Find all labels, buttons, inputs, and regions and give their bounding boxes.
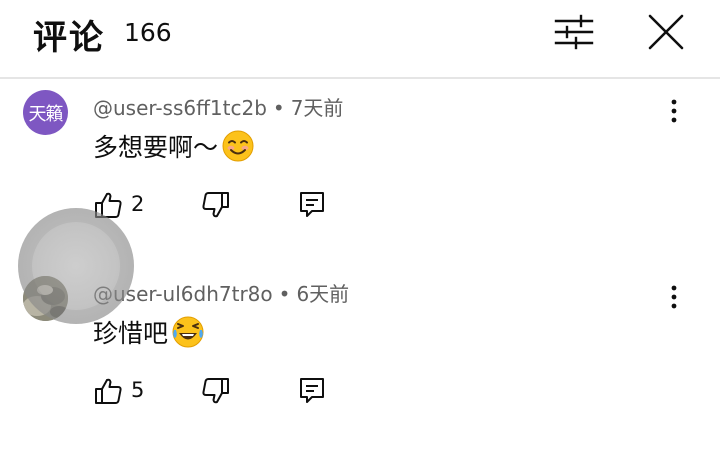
comment-actions: 2 [93, 190, 393, 224]
tears-of-joy-face-icon [172, 316, 204, 348]
thumbs-up-icon[interactable] [93, 376, 123, 406]
panel-title: 评论 [33, 18, 105, 58]
avatar-initials: 天籟 [28, 103, 64, 125]
comment-author[interactable]: @user-ss6ff1tc2b [93, 96, 267, 120]
thumbs-down-icon[interactable] [201, 376, 231, 406]
like-count: 2 [131, 192, 145, 216]
close-icon[interactable] [646, 12, 686, 52]
more-options-icon[interactable] [662, 98, 686, 124]
more-options-icon[interactable] [662, 284, 686, 310]
thumbs-down-icon[interactable] [201, 190, 231, 220]
comment-time: 7天前 [290, 96, 344, 120]
comment-meta: @user-ss6ff1tc2b • 7天前 [93, 96, 344, 120]
like-count: 5 [131, 378, 145, 402]
touch-indicator [18, 208, 134, 324]
header-divider [0, 77, 720, 79]
smiling-face-icon [222, 130, 254, 162]
avatar[interactable]: 天籟 [23, 90, 68, 135]
reply-icon[interactable] [298, 190, 326, 220]
comment-text: 珍惜吧 [93, 314, 204, 350]
filter-sort-icon[interactable] [554, 14, 594, 50]
reply-icon[interactable] [298, 376, 326, 406]
comments-header: 评论 166 [0, 0, 720, 78]
comment-count: 166 [124, 18, 172, 47]
comment-text: 多想要啊～ [93, 128, 254, 164]
comment-time: 6天前 [296, 282, 350, 306]
